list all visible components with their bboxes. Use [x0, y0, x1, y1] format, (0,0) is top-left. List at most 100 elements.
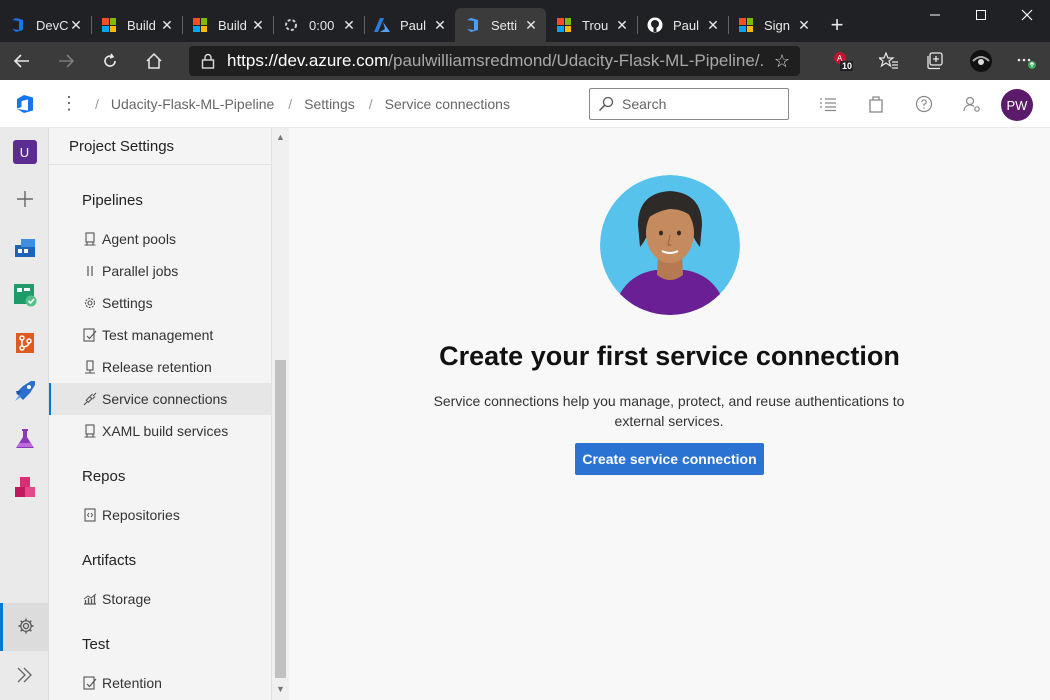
url-host: https://dev.azure.com [227, 51, 389, 70]
settings-item-settings[interactable]: Settings [49, 287, 271, 319]
browser-tab[interactable]: Build ✕ [182, 8, 273, 42]
settings-item-label: Repositories [102, 507, 180, 523]
help-icon[interactable] [900, 95, 948, 113]
nav-overview[interactable] [0, 224, 49, 272]
azure-devops-icon [10, 17, 26, 33]
test-plans-icon [13, 427, 37, 454]
panel-scrollbar[interactable]: ▲ ▼ [272, 128, 289, 700]
tab-close-icon[interactable]: ✕ [251, 17, 265, 34]
nav-test-plans[interactable] [0, 416, 49, 464]
plug-icon [82, 391, 98, 407]
github-icon [647, 17, 663, 33]
tab-close-icon[interactable]: ✕ [797, 17, 811, 34]
settings-item-parallel-jobs[interactable]: Parallel jobs [49, 255, 271, 287]
nav-boards[interactable] [0, 272, 49, 320]
scroll-down-icon[interactable]: ▼ [276, 684, 285, 694]
user-avatar[interactable]: PW [1001, 89, 1033, 121]
microsoft-icon [101, 17, 117, 33]
pipelines-icon [13, 379, 37, 406]
person-illustration [600, 175, 740, 315]
browser-tab-active[interactable]: Setti ✕ [455, 8, 546, 42]
marketplace-bag-icon[interactable] [852, 95, 900, 113]
close-window-icon[interactable] [1004, 0, 1050, 30]
breadcrumb-project[interactable]: Udacity-Flask-ML-Pipeline [111, 96, 274, 112]
azure-icon [374, 17, 390, 33]
nav-rail: U [0, 128, 49, 700]
page-heading: Create your first service connection [439, 341, 900, 371]
refresh-icon[interactable] [88, 42, 132, 80]
more-vertical-icon[interactable]: ⋮ [49, 93, 89, 114]
tab-title: DevC [36, 17, 69, 33]
expand-nav-button[interactable] [0, 652, 49, 700]
section-heading-pipelines: Pipelines [82, 192, 143, 209]
user-settings-icon[interactable] [948, 95, 996, 113]
breadcrumb-settings[interactable]: Settings [304, 96, 355, 112]
repos-icon [14, 331, 36, 358]
tab-title: Sign [764, 17, 791, 33]
favorite-star-icon[interactable]: ☆ [764, 51, 800, 72]
favorites-list-icon[interactable] [866, 42, 912, 80]
microsoft-icon [556, 17, 572, 33]
create-service-connection-button[interactable]: Create service connection [575, 443, 764, 475]
search-box[interactable]: Search [589, 88, 789, 120]
project-settings-button[interactable] [0, 603, 48, 651]
tab-close-icon[interactable]: ✕ [615, 17, 629, 34]
maximize-icon[interactable] [958, 0, 1004, 30]
tab-close-icon[interactable]: ✕ [524, 17, 538, 34]
app-header: ⋮ / Udacity-Flask-ML-Pipeline / Settings… [0, 80, 1050, 128]
breadcrumb-separator: / [368, 95, 373, 112]
microsoft-icon [738, 17, 754, 33]
breadcrumb-service-connections[interactable]: Service connections [385, 96, 510, 112]
settings-item-release-retention[interactable]: Release retention [49, 351, 271, 383]
nav-pipelines[interactable] [0, 368, 49, 416]
tab-close-icon[interactable]: ✕ [69, 17, 83, 34]
nav-artifacts[interactable] [0, 464, 49, 512]
more-options-icon[interactable] [1004, 42, 1050, 80]
extension-icon[interactable]: A 10 [820, 42, 866, 80]
window-controls [912, 0, 1050, 30]
address-bar[interactable]: https://dev.azure.com/paulwilliamsredmon… [189, 46, 800, 76]
section-heading-repos: Repos [82, 468, 126, 485]
browser-tab[interactable]: Build ✕ [91, 8, 182, 42]
gear-icon [17, 617, 35, 638]
azure-devops-logo-icon[interactable] [0, 80, 49, 128]
settings-item-xaml-build-services[interactable]: XAML build services [49, 415, 271, 447]
forward-arrow-icon[interactable] [44, 42, 88, 80]
settings-item-service-connections[interactable]: Service connections [49, 383, 271, 415]
test-management-icon [82, 327, 98, 343]
browser-tab[interactable]: Paul ✕ [364, 8, 455, 42]
project-tile[interactable]: U [0, 128, 49, 176]
tab-title: 0:00 [309, 17, 335, 33]
browser-tab[interactable]: 0:00 ✕ [273, 8, 364, 42]
tab-close-icon[interactable]: ✕ [160, 17, 174, 34]
breadcrumb: / Udacity-Flask-ML-Pipeline / Settings /… [89, 96, 518, 112]
settings-item-retention[interactable]: Retention [49, 667, 271, 699]
panel-title: Project Settings [69, 138, 175, 155]
settings-item-label: XAML build services [102, 423, 229, 439]
parallel-jobs-icon [82, 263, 98, 279]
profile-avatar-icon[interactable] [958, 42, 1004, 80]
settings-item-storage[interactable]: Storage [49, 583, 271, 615]
work-items-list-icon[interactable] [804, 96, 852, 112]
browser-tab[interactable]: Paul ✕ [637, 8, 728, 42]
tab-close-icon[interactable]: ✕ [433, 17, 447, 34]
settings-item-test-management[interactable]: Test management [49, 319, 271, 351]
gear-icon [82, 295, 98, 311]
nav-repos[interactable] [0, 320, 49, 368]
header-icons [804, 80, 996, 128]
browser-tab[interactable]: Sign ✕ [728, 8, 819, 42]
home-icon[interactable] [132, 42, 176, 80]
settings-item-agent-pools[interactable]: Agent pools [49, 223, 271, 255]
back-arrow-icon[interactable] [0, 42, 44, 80]
new-tab-button[interactable]: + [819, 8, 855, 42]
scrollbar-thumb[interactable] [275, 360, 286, 678]
tab-close-icon[interactable]: ✕ [342, 17, 356, 34]
settings-item-repositories[interactable]: Repositories [49, 499, 271, 531]
scroll-up-icon[interactable]: ▲ [276, 132, 285, 142]
minimize-icon[interactable] [912, 0, 958, 30]
collections-icon[interactable] [912, 42, 958, 80]
browser-tab[interactable]: DevC ✕ [0, 8, 91, 42]
tab-close-icon[interactable]: ✕ [706, 17, 720, 34]
browser-tab[interactable]: Trou ✕ [546, 8, 637, 42]
new-item-button[interactable] [0, 176, 49, 224]
